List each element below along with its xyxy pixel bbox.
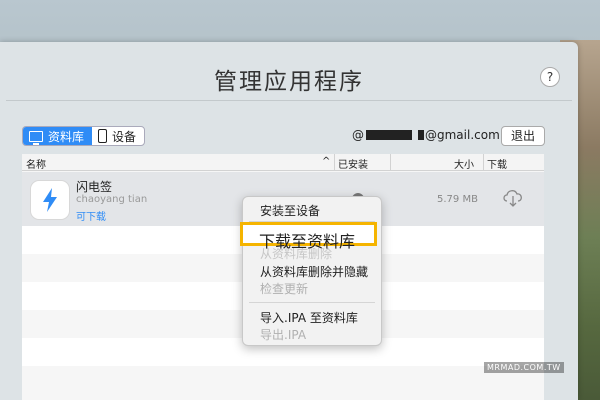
highlighted-menu-item[interactable]: 下载至资料库 [240, 222, 377, 251]
window-title: 管理应用程序 [214, 69, 364, 95]
app-status: 可下载 [76, 212, 106, 223]
segment-device[interactable]: 设备 [92, 127, 144, 145]
lightning-bolt-icon [43, 188, 57, 212]
segment-library-label: 资料库 [48, 129, 85, 144]
table-header: 名称 ^ 已安装 大小 下载 [22, 154, 544, 171]
help-button[interactable]: ? [540, 67, 560, 87]
app-developer: chaoyang tian [76, 194, 148, 205]
redacted-block [366, 130, 412, 140]
account-at: @ [352, 128, 364, 142]
menu-item-import-ipa[interactable]: 导入.IPA 至资料库 [260, 309, 358, 326]
context-menu: 安装至设备 从资料库删除 从资料库删除并隐藏 检查更新 导入.IPA 至资料库 … [242, 196, 382, 346]
sort-indicator[interactable]: ^ [322, 156, 330, 167]
app-size: 5.79 MB [437, 194, 478, 205]
col-separator [334, 154, 335, 170]
col-separator [390, 154, 391, 170]
menu-item-download-to-library[interactable]: 下载至资料库 [259, 228, 355, 252]
cloud-download-icon[interactable] [502, 188, 524, 208]
account-label: @ @gmail.com [352, 128, 500, 142]
col-separator [483, 154, 484, 170]
app-name: 闪电签 [76, 180, 113, 194]
app-icon [30, 180, 70, 220]
menu-item-export-ipa[interactable]: 导出.IPA [260, 326, 306, 343]
menu-item-check-updates[interactable]: 检查更新 [260, 280, 308, 297]
title-divider [6, 100, 572, 101]
menu-item-delete-and-hide[interactable]: 从资料库删除并隐藏 [260, 263, 368, 280]
col-size[interactable]: 大小 [454, 156, 474, 171]
segment-device-label: 设备 [112, 129, 137, 144]
col-name[interactable]: 名称 [26, 156, 46, 171]
source-segmented-control: 资料库 设备 [22, 126, 146, 146]
redacted-block [418, 130, 424, 140]
logout-button[interactable]: 退出 [501, 126, 545, 146]
segment-library[interactable]: 资料库 [23, 127, 93, 145]
col-download[interactable]: 下载 [487, 156, 507, 171]
phone-icon [98, 129, 108, 143]
col-installed[interactable]: 已安装 [338, 156, 368, 171]
watermark: MRMAD.COM.TW [484, 362, 564, 373]
account-email-suffix: @gmail.com [425, 128, 500, 142]
monitor-icon [29, 130, 43, 145]
menu-item-install-to-device[interactable]: 安装至设备 [260, 202, 320, 219]
menu-separator [249, 302, 375, 303]
